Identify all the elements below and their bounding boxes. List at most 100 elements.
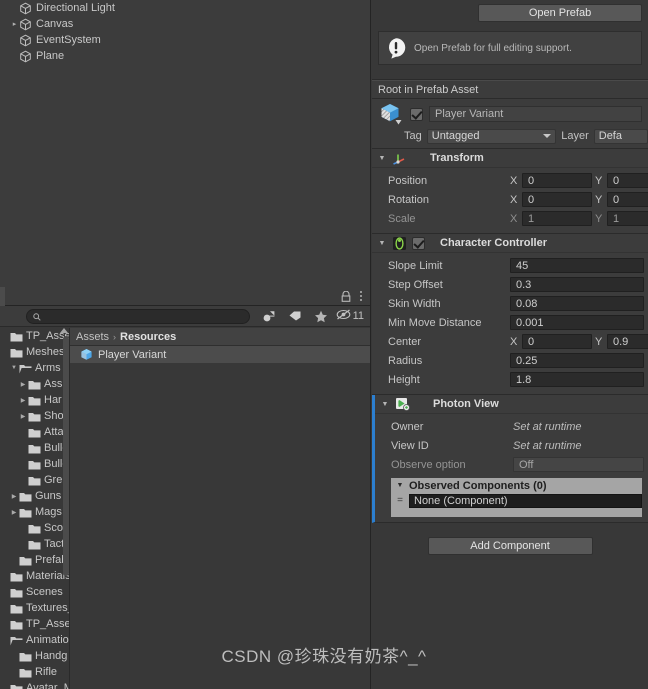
folder-tree-item[interactable]: ▶ Sho	[0, 408, 69, 424]
folder-tree-item[interactable]: Materials	[0, 568, 69, 584]
runtime-value: Set at runtime	[513, 439, 582, 452]
component-header[interactable]: ▼ Character Controller	[372, 234, 648, 253]
folder-expand-arrow-icon[interactable]: ▶	[18, 413, 28, 420]
folder-tree-item[interactable]: Grena	[0, 472, 69, 488]
folder-tree-item[interactable]: Scenes	[0, 584, 69, 600]
folder-tree-item[interactable]: Textures_&	[0, 600, 69, 616]
project-folder-tree[interactable]: TP_AssetsMeshes▼Arms▶Ass▶Har▶ShoAttachBu…	[0, 328, 70, 689]
folder-tree-item[interactable]: ▶ Har	[0, 392, 69, 408]
folder-tree-item[interactable]: Bullet	[0, 440, 69, 456]
hierarchy-item[interactable]: ▸ Canvas	[0, 16, 370, 32]
folder-expand-arrow-icon[interactable]: ▼	[9, 365, 19, 371]
property-row: Position X 0 Y 0	[372, 171, 648, 190]
axis-y-input[interactable]: 0	[607, 192, 648, 207]
breadcrumb-assets[interactable]: Assets	[76, 331, 109, 343]
hierarchy-item-label: EventSystem	[36, 34, 101, 46]
axis-y-input[interactable]: 0	[607, 173, 648, 188]
axis-y-input[interactable]: 0.9	[607, 334, 648, 349]
axis-x-input[interactable]: 0	[522, 334, 592, 349]
property-row: Owner Set at runtime	[375, 417, 648, 436]
folder-tree-item[interactable]: Bullet	[0, 456, 69, 472]
observed-component-row[interactable]: = None (Component)	[391, 493, 642, 508]
object-enabled-checkbox[interactable]	[410, 107, 423, 121]
expand-arrow-icon[interactable]: ▸	[10, 20, 19, 28]
property-label: Skin Width	[388, 297, 441, 310]
folder-tree-item[interactable]: ▼ Arms	[0, 360, 69, 376]
folder-expand-arrow-icon[interactable]: ▶	[18, 381, 28, 388]
axis-x-label: X	[510, 335, 518, 348]
hierarchy-item[interactable]: EventSystem	[0, 32, 370, 48]
property-input[interactable]: 0.001	[510, 315, 644, 330]
project-panel: ct	[0, 286, 371, 689]
folder-tree-item[interactable]: Prefabs	[0, 552, 69, 568]
folder-icon	[19, 555, 32, 566]
warning-info-icon	[385, 37, 407, 59]
tab-project[interactable]: ct	[0, 286, 5, 306]
search-input[interactable]	[45, 310, 243, 322]
foldout-arrow-icon[interactable]: ▼	[380, 401, 390, 408]
property-input[interactable]: 0.25	[510, 353, 644, 368]
property-input[interactable]: 0.08	[510, 296, 644, 311]
foldout-arrow-icon[interactable]: ▼	[377, 155, 387, 162]
tag-dropdown[interactable]: Untagged	[426, 128, 557, 144]
folder-tree-item[interactable]: ▶ Guns	[0, 488, 69, 504]
watermark: CSDN @珍珠没有奶茶^_^	[221, 647, 427, 666]
tree-scroll-up-arrow[interactable]	[60, 328, 68, 333]
lock-icon[interactable]	[341, 290, 351, 302]
layer-dropdown[interactable]: Defa	[593, 128, 648, 144]
hidden-assets-count[interactable]: 11	[336, 309, 366, 323]
property-input[interactable]: Off	[513, 457, 644, 472]
add-component-button[interactable]: Add Component	[427, 537, 593, 555]
asset-row-player-variant[interactable]: Player Variant	[70, 346, 370, 363]
property-label: Observe option	[391, 458, 466, 471]
eye-off-icon	[336, 309, 351, 323]
component-enabled-checkbox[interactable]	[412, 236, 425, 250]
property-row: Observe option Off	[375, 455, 648, 474]
folder-expand-arrow-icon[interactable]: ▶	[9, 493, 19, 500]
folder-tree-list: TP_AssetsMeshes▼Arms▶Ass▶Har▶ShoAttachBu…	[0, 328, 69, 689]
object-name-field[interactable]: Player Variant	[429, 106, 642, 122]
folder-expand-arrow-icon[interactable]: ▶	[9, 509, 19, 516]
tag-dropdown-value: Untagged	[431, 130, 480, 142]
property-input[interactable]: 45	[510, 258, 644, 273]
folder-tree-item[interactable]: Tactic	[0, 536, 69, 552]
folder-tree-item[interactable]: Scope	[0, 520, 69, 536]
property-input[interactable]: 1.8	[510, 372, 644, 387]
folder-expand-arrow-icon[interactable]: ▶	[18, 397, 28, 404]
folder-tree-item[interactable]: ▶ Mags	[0, 504, 69, 520]
observed-components-header[interactable]: ▼ Observed Components (0)	[391, 478, 642, 493]
component-header[interactable]: ▼ Photon View	[375, 395, 648, 414]
layer-label: Layer	[561, 130, 589, 142]
tree-scrollbar[interactable]	[63, 336, 69, 576]
property-row: Height 1.8	[372, 370, 648, 389]
folder-tree-item[interactable]: TP_Assets	[0, 616, 69, 632]
kebab-menu-icon[interactable]	[358, 291, 364, 301]
folder-label: Ass	[44, 378, 63, 390]
filter-by-label-icon[interactable]	[284, 308, 306, 325]
property-input[interactable]: 0.3	[510, 277, 644, 292]
open-prefab-button[interactable]: Open Prefab	[478, 4, 642, 22]
object-reference-field[interactable]: None (Component)	[409, 493, 642, 508]
foldout-arrow-icon[interactable]: ▼	[395, 482, 405, 489]
folder-tree-item[interactable]: Attach	[0, 424, 69, 440]
search-box[interactable]	[26, 308, 250, 324]
folder-tree-item[interactable]: Meshes	[0, 344, 69, 360]
filter-favorites-star-icon[interactable]	[310, 308, 332, 325]
folder-tree-item[interactable]: Avatar_M	[0, 680, 69, 689]
folder-tree-item[interactable]: TP_Assets	[0, 328, 69, 344]
component-header[interactable]: ▼ Transform	[372, 149, 648, 168]
folder-icon	[28, 427, 41, 438]
hierarchy-item[interactable]: Directional Light	[0, 0, 370, 16]
axis-x-input[interactable]: 0	[522, 192, 592, 207]
folder-icon	[28, 395, 41, 406]
axis-x-input[interactable]: 0	[522, 173, 592, 188]
axis-x-input[interactable]: 1	[522, 211, 592, 226]
breadcrumb-resources[interactable]: Resources	[120, 331, 176, 343]
axis-y-input[interactable]: 1	[607, 211, 648, 226]
filter-by-type-icon[interactable]	[258, 308, 280, 325]
foldout-arrow-icon[interactable]: ▼	[377, 240, 387, 247]
folder-tree-item[interactable]: ▶ Ass	[0, 376, 69, 392]
layer-dropdown-value: Defa	[598, 130, 622, 142]
drag-handle-icon[interactable]: =	[395, 495, 405, 506]
hierarchy-item[interactable]: Plane	[0, 48, 370, 64]
